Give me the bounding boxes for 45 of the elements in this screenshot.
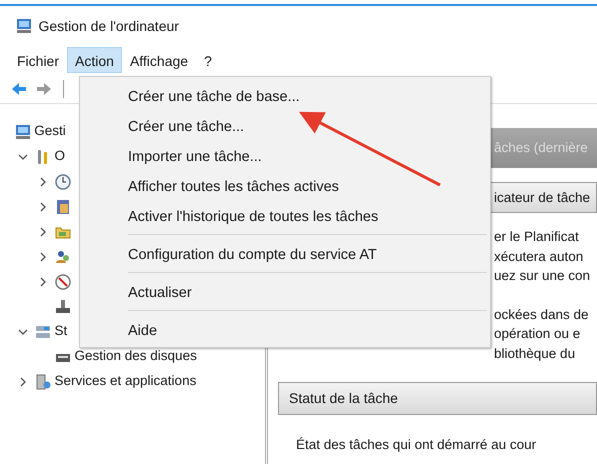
menu-item[interactable]: ?: [196, 47, 220, 73]
section-header: Statut de la tâche: [278, 382, 597, 415]
computer-icon: [15, 124, 31, 140]
menu-item[interactable]: Afficher toutes les tâches actives: [80, 171, 490, 201]
tree-item[interactable]: St: [54, 321, 68, 342]
tree-item[interactable]: Gesti: [34, 121, 66, 142]
clock-icon: [55, 174, 72, 190]
menu-item[interactable]: Créer une tâche de base...: [80, 81, 490, 111]
expanded-chevron-icon[interactable]: [18, 326, 28, 336]
description-text: uez sur une con: [494, 267, 590, 285]
menu-item[interactable]: Actualiser: [80, 277, 490, 307]
menu-item[interactable]: Aide: [80, 315, 490, 345]
description-text: ockées dans de: [494, 306, 589, 324]
tree-item[interactable]: Gestion des disques: [74, 346, 197, 367]
description-text: opération ou e: [494, 325, 580, 343]
section-header: icateur de tâche: [494, 190, 590, 205]
collapsed-chevron-icon[interactable]: [38, 252, 48, 262]
menu-item[interactable]: Importer une tâche...: [80, 141, 490, 171]
book-icon: [55, 198, 72, 214]
tree-item[interactable]: Services et applications: [54, 371, 196, 392]
gauge-icon: [55, 274, 72, 290]
storage-icon: [35, 324, 52, 340]
window-title: Gestion de l'ordinateur: [38, 16, 179, 36]
panel-header: âches (dernière: [494, 140, 588, 155]
collapsed-chevron-icon[interactable]: [18, 376, 28, 386]
collapsed-chevron-icon[interactable]: [38, 202, 48, 212]
status-text: État des tâches qui ont démarré au cour: [296, 436, 538, 454]
services-icon: [35, 374, 52, 390]
expanded-chevron-icon[interactable]: [18, 152, 28, 162]
computer-icon: [16, 18, 32, 34]
menu-item[interactable]: Action: [67, 47, 122, 73]
menu-item[interactable]: Fichier: [9, 47, 68, 73]
description-text: bliothèque du: [494, 344, 576, 363]
device-icon: [55, 298, 72, 314]
description-text: xécutera auton: [494, 248, 584, 266]
users-icon: [55, 248, 72, 264]
collapsed-chevron-icon[interactable]: [38, 226, 48, 236]
menu-item[interactable]: Créer une tâche...: [80, 111, 490, 141]
description-text: er le Planificat: [494, 228, 579, 246]
menu-item[interactable]: Activer l'historique de toutes les tâches: [80, 201, 490, 231]
collapsed-chevron-icon[interactable]: [38, 176, 48, 186]
menu-item[interactable]: Affichage: [122, 47, 196, 73]
menu-item[interactable]: Configuration du compte du service AT: [80, 239, 490, 269]
collapsed-chevron-icon[interactable]: [38, 276, 48, 286]
tree-item[interactable]: O: [54, 146, 66, 167]
